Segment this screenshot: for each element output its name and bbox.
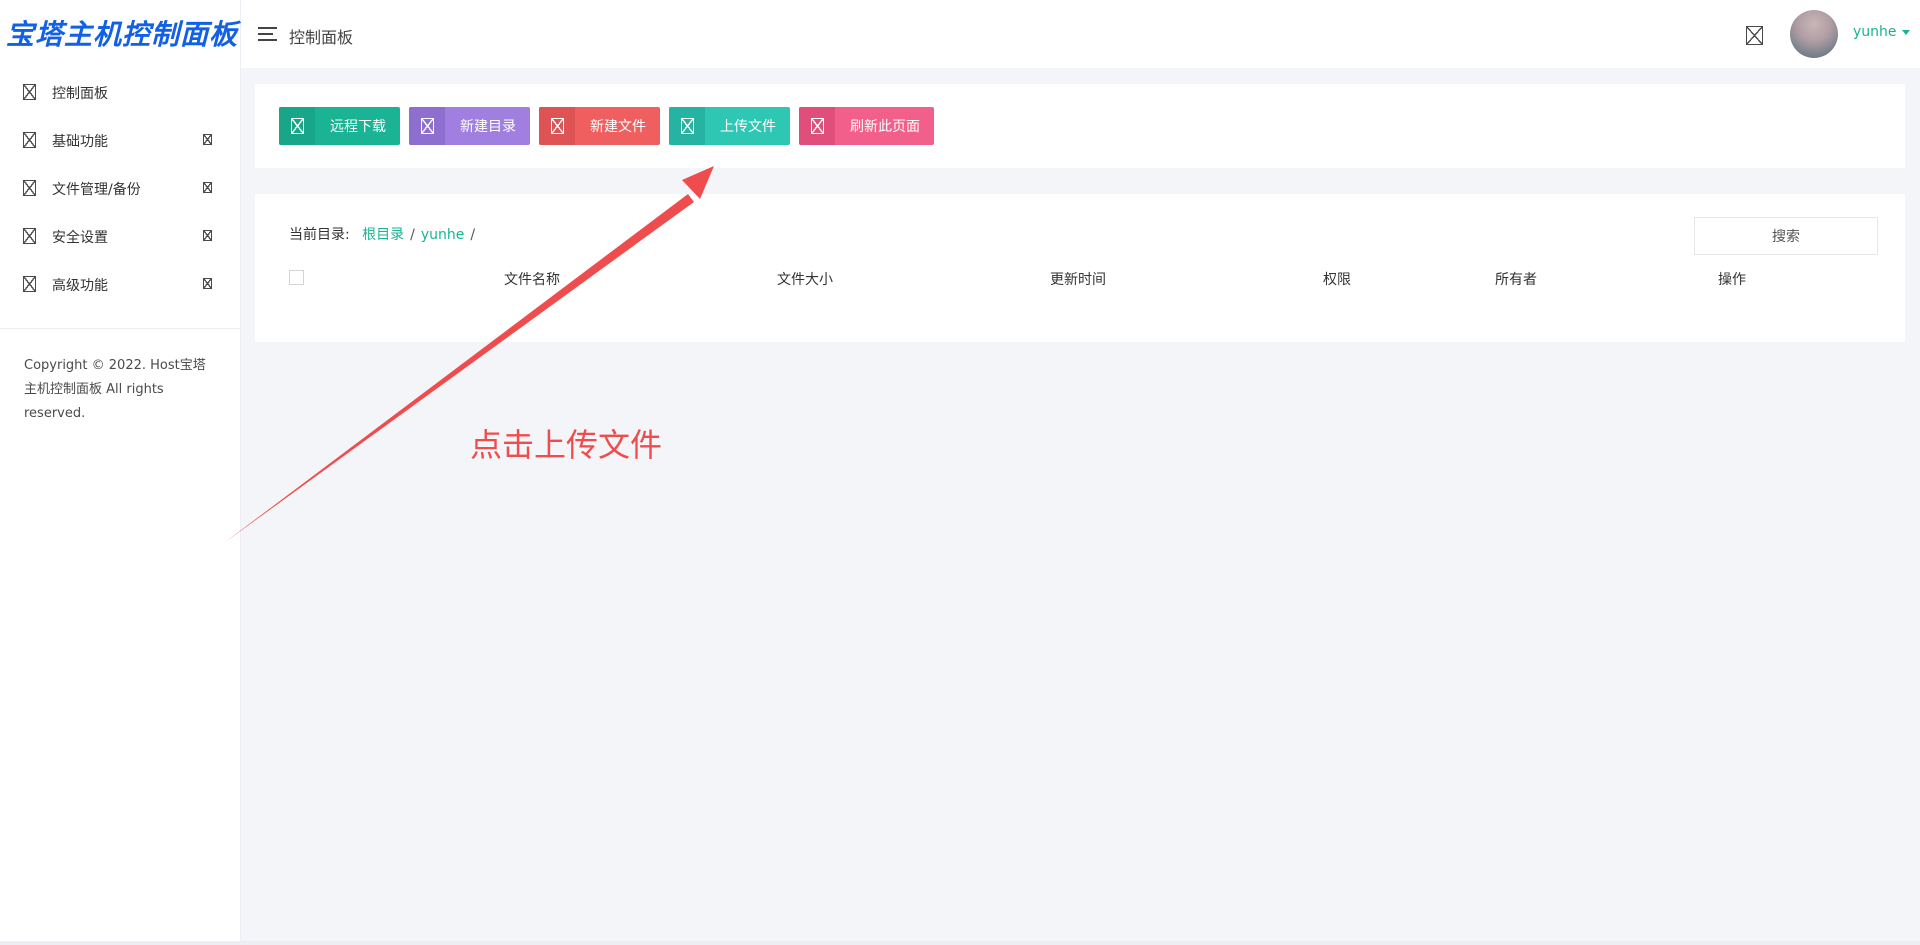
sidebar-item-label: 安全设置 bbox=[52, 230, 108, 246]
sidebar-item-advanced[interactable]: 高级功能 bbox=[0, 260, 240, 308]
sidebar-menu: 控制面板 基础功能 文件管理/备份 安全设置 高级功能 bbox=[0, 68, 240, 308]
upload-file-button[interactable]: 上传文件 bbox=[669, 107, 790, 145]
sidebar-item-basic-functions[interactable]: 基础功能 bbox=[0, 116, 240, 164]
file-list-card: 当前目录: 根目录 / yunhe / 搜索 文件名称 文件大小 更新时间 权限 所有… bbox=[255, 194, 1905, 342]
table-header: 文件名称 文件大小 更新时间 权限 所有者 操作 bbox=[255, 269, 1905, 299]
sidebar-item-label: 文件管理/备份 bbox=[52, 182, 141, 198]
file-icon bbox=[550, 118, 564, 134]
sidebar: 宝塔主机控制面板 控制面板 基础功能 文件管理/备份 安全设置 高级功能 Cop… bbox=[0, 0, 241, 945]
sidebar-item-dashboard[interactable]: 控制面板 bbox=[0, 68, 240, 116]
refresh-page-button[interactable]: 刷新此页面 bbox=[799, 107, 934, 145]
bottom-scrollbar bbox=[0, 941, 1920, 945]
expand-arrow-icon bbox=[203, 182, 212, 193]
refresh-icon bbox=[810, 118, 824, 134]
expand-arrow-icon bbox=[203, 230, 212, 241]
column-header-updated[interactable]: 更新时间 bbox=[1050, 269, 1106, 289]
sidebar-item-security[interactable]: 安全设置 bbox=[0, 212, 240, 260]
notification-icon[interactable] bbox=[1746, 26, 1763, 45]
column-header-owner[interactable]: 所有者 bbox=[1495, 269, 1537, 289]
column-header-name[interactable]: 文件名称 bbox=[504, 269, 560, 289]
annotation-text: 点击上传文件 bbox=[470, 426, 663, 464]
select-all-checkbox[interactable] bbox=[289, 270, 304, 285]
sidebar-item-label: 高级功能 bbox=[52, 278, 108, 294]
expand-arrow-icon bbox=[203, 278, 212, 289]
column-header-permission[interactable]: 权限 bbox=[1323, 269, 1351, 289]
remote-download-button[interactable]: 远程下载 bbox=[279, 107, 400, 145]
user-menu[interactable]: yunhe bbox=[1853, 24, 1910, 40]
search-button[interactable]: 搜索 bbox=[1694, 217, 1878, 255]
download-icon bbox=[290, 118, 304, 134]
page-title: 控制面板 bbox=[289, 28, 354, 47]
username-label: yunhe bbox=[1853, 24, 1897, 40]
sidebar-item-label: 控制面板 bbox=[52, 86, 108, 102]
upload-icon bbox=[680, 118, 694, 134]
breadcrumb-label: 当前目录: bbox=[289, 227, 350, 243]
broken-image-icon bbox=[23, 276, 36, 292]
broken-image-icon bbox=[23, 180, 36, 196]
folder-icon bbox=[420, 118, 434, 134]
hamburger-icon[interactable] bbox=[258, 27, 277, 45]
top-header: 控制面板 yunhe bbox=[241, 0, 1920, 68]
new-file-button[interactable]: 新建文件 bbox=[539, 107, 660, 145]
breadcrumb-root[interactable]: 根目录 bbox=[362, 227, 404, 243]
broken-image-icon bbox=[23, 84, 36, 100]
broken-image-icon bbox=[23, 132, 36, 148]
new-folder-button[interactable]: 新建目录 bbox=[409, 107, 530, 145]
caret-down-icon bbox=[1901, 29, 1910, 35]
app-logo[interactable]: 宝塔主机控制面板 bbox=[6, 13, 238, 53]
sidebar-item-file-management[interactable]: 文件管理/备份 bbox=[0, 164, 240, 212]
column-header-size[interactable]: 文件大小 bbox=[777, 269, 833, 289]
column-header-actions: 操作 bbox=[1718, 272, 1746, 288]
breadcrumb-yunhe[interactable]: yunhe bbox=[421, 227, 465, 243]
breadcrumb: 当前目录: 根目录 / yunhe / bbox=[289, 227, 476, 243]
toolbar-card: 远程下载 新建目录 新建文件 上传文件 刷新此页面 bbox=[255, 84, 1905, 168]
expand-arrow-icon bbox=[203, 134, 212, 145]
sidebar-item-label: 基础功能 bbox=[52, 134, 108, 150]
avatar[interactable] bbox=[1790, 10, 1838, 58]
copyright-text: Copyright © 2022. Host宝塔主机控制面板 All right… bbox=[24, 358, 206, 421]
broken-image-icon bbox=[23, 228, 36, 244]
sidebar-divider bbox=[0, 328, 240, 329]
